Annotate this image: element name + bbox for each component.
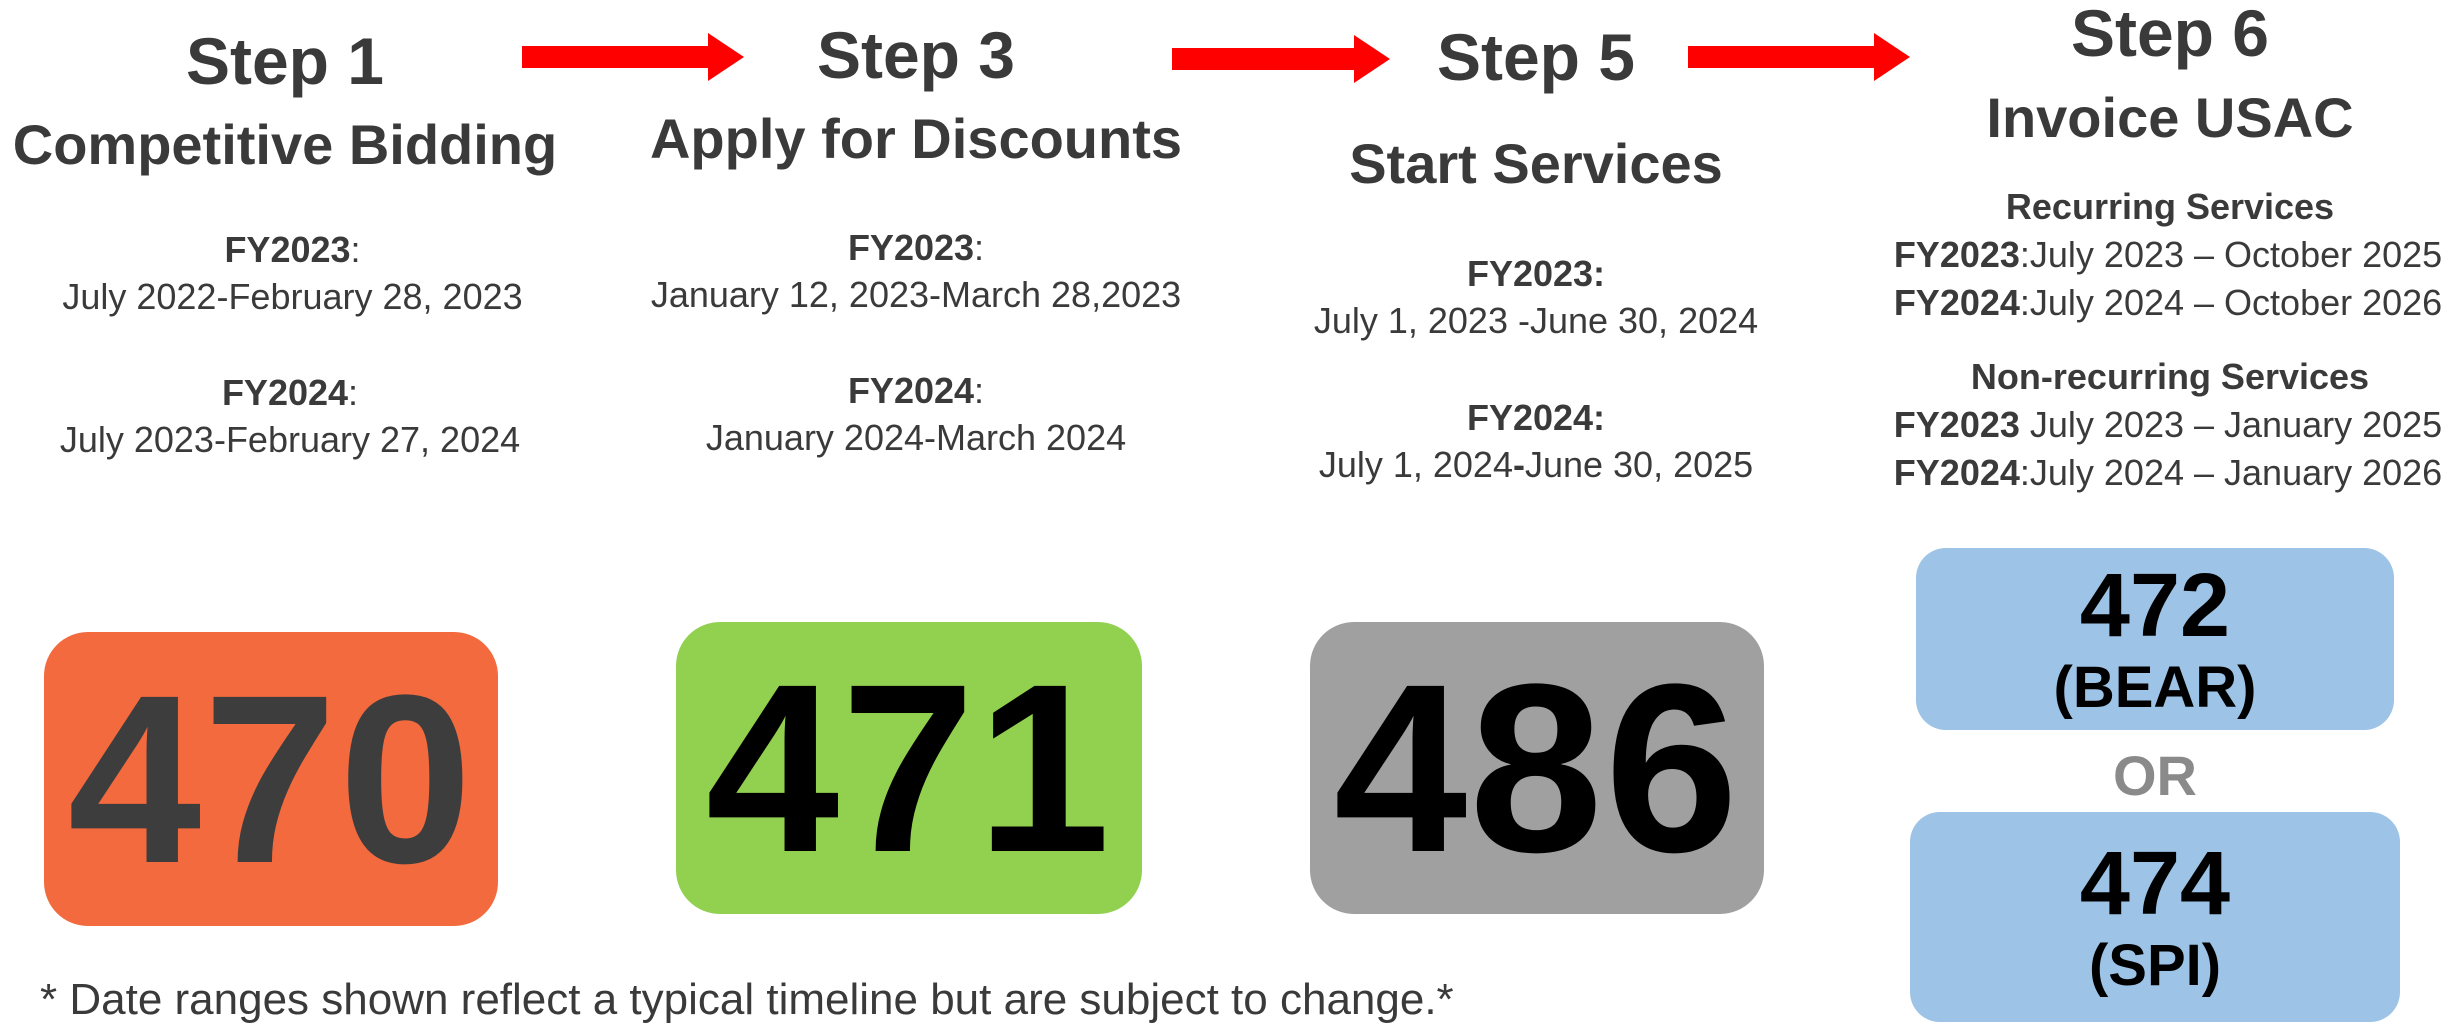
form-474-label: (SPI) [2088,933,2222,998]
fy2023-label: FY2023 [847,227,975,268]
fy2024-separator: : [348,372,359,413]
step-3-subtitle: Apply for Discounts [649,107,1183,170]
fy2023-separator: : [350,229,361,270]
step-1-fy2023-range: July 2022-February 28, 2023 [62,276,523,317]
step-3-fy2024-heading: FY2024: [636,373,1196,409]
footnote: * Date ranges shown reflect a typical ti… [40,975,1454,1024]
nonrecurring-fy2023-line: FY2023 July 2023 – January 2025 [1870,407,2456,443]
step-6-subtitle-wrap: Invoice USAC [1880,90,2456,146]
step-3-header: Step 3 [636,22,1196,88]
step-5-fy2023-heading: FY2023: [1256,256,1816,292]
step-1-fy2023-heading: FY2023: [0,232,585,268]
step-5-fy2024-range: July 1, 2024-June 30, 2025 [1256,447,1816,483]
step-5-subtitle: Start Services [1349,132,1723,195]
fy2024-label: FY2024 [847,370,975,411]
fy2024-label: FY2024 [1893,452,2020,493]
nonrecurring-fy2024-range: :July 2024 – January 2026 [2019,452,2443,493]
fy2024-range-dash: - [1512,444,1525,485]
recurring-services-heading: Recurring Services [2005,186,2335,227]
step-3-subtitle-wrap: Apply for Discounts [636,111,1196,167]
step-1-fy2024-heading: FY2024: [0,375,580,411]
fy2024-label: FY2024 [1893,282,2020,323]
step-6-title: Step 6 [2070,0,2270,70]
step-3-fy2023-heading: FY2023: [636,230,1196,266]
step-1-subtitle: Competitive Bidding [12,113,558,176]
step-1-subtitle-wrap: Competitive Bidding [0,117,570,173]
step-3-fy2024-range: January 2024-March 2024 [705,417,1127,458]
fy2024-range-end: June 30, 2025 [1524,444,1754,485]
fy2024-range-start: July 1, 2024 [1318,444,1513,485]
fy2023-label: FY2023 [1893,234,2020,275]
step-3-title: Step 3 [816,18,1016,92]
form-471-box: 471 [676,622,1142,914]
form-470-number: 470 [67,645,475,913]
step-3-fy2023-range: January 12, 2023-March 28,2023 [650,274,1182,315]
form-470-box: 470 [44,632,498,926]
form-472-label: (BEAR) [2053,655,2257,720]
fy2023-label: FY2023 [1893,404,2020,445]
step-6-header: Step 6 [1880,0,2456,66]
form-472-box: 472 (BEAR) [1916,548,2394,730]
step-5-subtitle-wrap: Start Services [1256,136,1816,192]
step-6-subtitle: Invoice USAC [1986,86,2354,149]
nonrecurring-fy2024-line: FY2024:July 2024 – January 2026 [1870,455,2456,491]
nonrecurring-fy2023-range: July 2023 – January 2025 [2019,404,2443,445]
right-arrow-icon [1688,33,1910,81]
step-5-fy2023-range: July 1, 2023 -June 30, 2024 [1313,300,1759,341]
fy2023-separator: : [974,227,985,268]
form-486-box: 486 [1310,622,1764,914]
form-472-number: 472 [2079,556,2231,656]
fy2023-label: FY2023: [1466,253,1606,294]
fy2024-separator: : [974,370,985,411]
fy2024-label: FY2024: [1466,397,1606,438]
step-1-fy2024-range: July 2023-February 27, 2024 [59,419,521,460]
fy2024-label: FY2024 [221,372,349,413]
step-5-fy2024-heading: FY2024: [1256,400,1816,436]
nonrecurring-services-heading: Non-recurring Services [1970,356,2370,397]
or-separator: OR [2113,744,2197,807]
form-486-number: 486 [1333,634,1741,902]
fy2023-label: FY2023 [224,229,351,270]
step-1-header: Step 1 [0,28,570,94]
step-1-title: Step 1 [185,24,385,98]
recurring-fy2024-range: :July 2024 – October 2026 [2019,282,2443,323]
form-471-number: 471 [705,634,1113,902]
form-474-number: 474 [2079,834,2231,934]
recurring-fy2024-line: FY2024:July 2024 – October 2026 [1870,285,2456,321]
recurring-fy2023-range: :July 2023 – October 2025 [2019,234,2443,275]
form-474-box: 474 (SPI) [1910,812,2400,1022]
recurring-fy2023-line: FY2023:July 2023 – October 2025 [1870,237,2456,273]
